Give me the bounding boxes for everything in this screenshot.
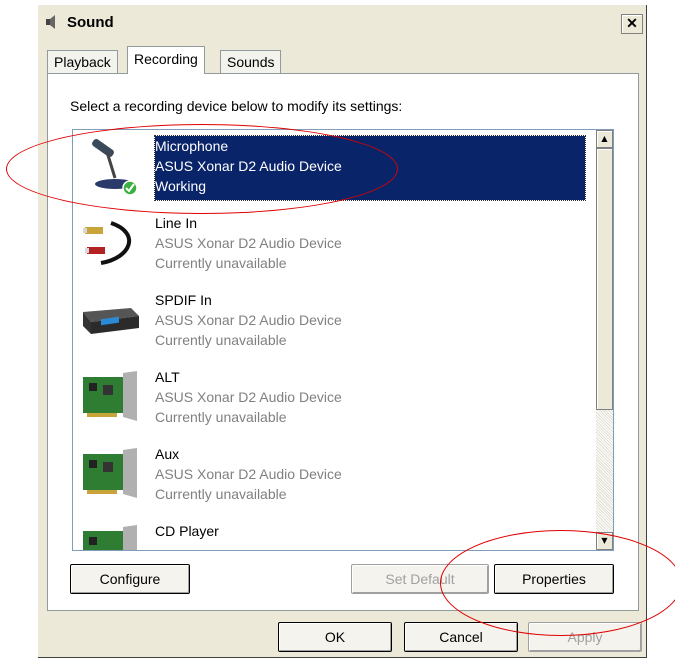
vertical-scrollbar[interactable]: ▲ ▼ — [596, 130, 613, 550]
device-text: SPDIF In ASUS Xonar D2 Audio Device Curr… — [155, 290, 585, 354]
tab-playback[interactable]: Playback — [47, 50, 118, 73]
recording-panel: Select a recording device below to modif… — [47, 73, 639, 611]
list-item[interactable]: SPDIF In ASUS Xonar D2 Audio Device Curr… — [73, 284, 595, 361]
device-driver: ASUS Xonar D2 Audio Device — [155, 312, 342, 328]
speaker-icon — [46, 15, 55, 29]
rca-cable-icon — [83, 221, 132, 265]
device-status: Currently unavailable — [155, 332, 287, 348]
device-status: Working — [155, 178, 207, 194]
device-name: Microphone — [155, 138, 229, 154]
device-driver: ASUS Xonar D2 Audio Device — [155, 466, 342, 482]
window-title: Sound — [67, 14, 114, 31]
device-name: Aux — [155, 446, 180, 462]
device-name: SPDIF In — [155, 292, 212, 308]
apply-button[interactable]: Apply — [528, 622, 642, 652]
device-status: Currently unavailable — [155, 486, 287, 502]
tab-sounds[interactable]: Sounds — [220, 50, 282, 73]
microphone-icon — [92, 139, 138, 196]
sound-card-icon — [83, 525, 137, 550]
properties-button[interactable]: Properties — [494, 564, 614, 594]
sound-dialog: Sound ✕ Playback Recording Sounds Select… — [37, 4, 647, 658]
device-driver: ASUS Xonar D2 Audio Device — [155, 158, 342, 174]
close-icon: ✕ — [626, 15, 638, 31]
instruction-text: Select a recording device below to modif… — [70, 98, 403, 114]
device-driver: ASUS Xonar D2 Audio Device — [155, 389, 342, 405]
arrow-up-icon: ▲ — [601, 134, 608, 143]
arrow-down-icon: ▼ — [601, 536, 608, 545]
sound-card-icon — [83, 448, 137, 498]
list-item[interactable]: Microphone ASUS Xonar D2 Audio Device Wo… — [73, 130, 595, 207]
close-button[interactable]: ✕ — [621, 14, 643, 34]
scroll-down-button[interactable]: ▼ — [596, 532, 613, 550]
scroll-up-button[interactable]: ▲ — [596, 130, 613, 148]
list-item[interactable]: ALT ASUS Xonar D2 Audio Device Currently… — [73, 361, 595, 438]
audio-receiver-icon — [83, 308, 139, 334]
device-list[interactable]: Microphone ASUS Xonar D2 Audio Device Wo… — [72, 129, 614, 551]
device-text: ALT ASUS Xonar D2 Audio Device Currently… — [155, 367, 585, 431]
device-text: Aux ASUS Xonar D2 Audio Device Currently… — [155, 444, 585, 508]
scroll-thumb[interactable] — [596, 148, 613, 410]
configure-button[interactable]: Configure — [70, 564, 190, 594]
ok-button[interactable]: OK — [278, 622, 392, 652]
list-item[interactable]: CD Player — [73, 515, 595, 550]
sound-card-icon — [83, 371, 137, 421]
set-default-button[interactable]: Set Default — [351, 564, 489, 594]
device-name: Line In — [155, 215, 198, 231]
device-status: Currently unavailable — [155, 409, 287, 425]
cancel-button[interactable]: Cancel — [404, 622, 518, 652]
title-bar[interactable]: Sound ✕ — [37, 8, 647, 38]
device-name: ALT — [155, 369, 180, 385]
device-text: CD Player — [155, 521, 585, 550]
tab-recording[interactable]: Recording — [127, 46, 205, 74]
device-text: Microphone ASUS Xonar D2 Audio Device Wo… — [154, 135, 586, 201]
device-driver: ASUS Xonar D2 Audio Device — [155, 235, 342, 251]
device-name: CD Player — [155, 523, 219, 539]
list-item[interactable]: Aux ASUS Xonar D2 Audio Device Currently… — [73, 438, 595, 515]
list-item[interactable]: Line In ASUS Xonar D2 Audio Device Curre… — [73, 207, 595, 284]
device-text: Line In ASUS Xonar D2 Audio Device Curre… — [155, 213, 585, 277]
device-status: Currently unavailable — [155, 255, 287, 271]
